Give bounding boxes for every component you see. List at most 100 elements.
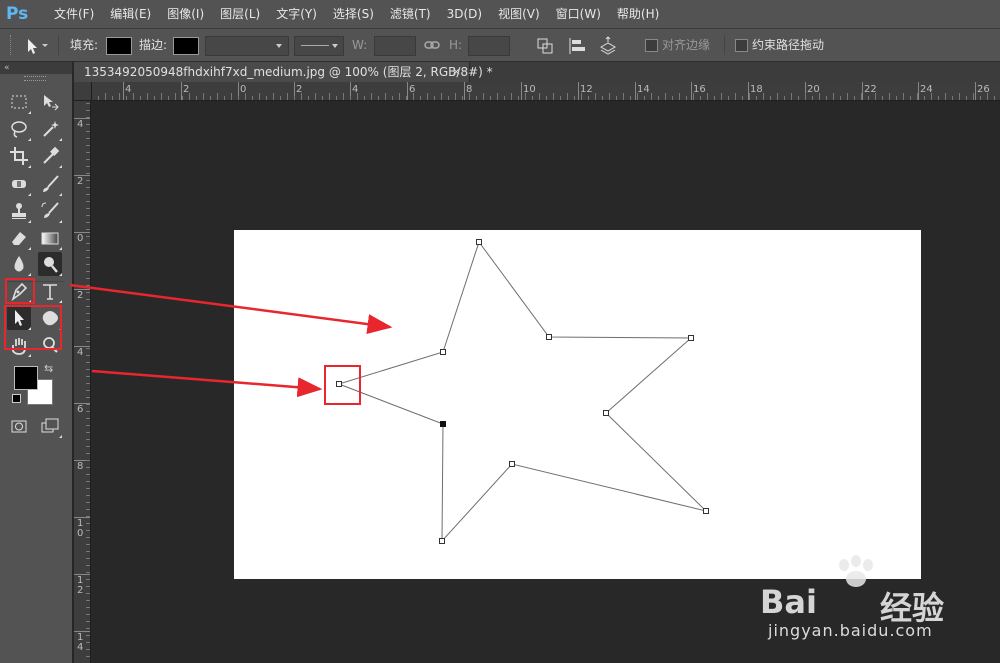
stroke-swatch[interactable]: [173, 37, 199, 55]
ruler-minor-tick: [86, 635, 90, 636]
blur-tool[interactable]: [7, 252, 31, 276]
ruler-minor-tick: [910, 96, 911, 100]
ruler-minor-tick: [259, 93, 260, 100]
custom-shape-tool[interactable]: [38, 306, 62, 330]
quick-mask-button[interactable]: [7, 414, 31, 438]
history-brush-tool[interactable]: [38, 199, 62, 223]
ruler-minor-tick: [86, 607, 90, 608]
swap-colors-icon[interactable]: ⇆: [44, 362, 53, 375]
align-edges-checkbox[interactable]: [645, 39, 658, 52]
ruler-minor-tick: [86, 145, 90, 146]
lasso-tool[interactable]: [7, 117, 31, 141]
ruler-minor-tick: [490, 96, 491, 100]
menu-item[interactable]: 滤镜(T): [382, 0, 439, 28]
ruler-minor-tick: [86, 173, 90, 174]
ruler-minor-tick: [546, 96, 547, 100]
menu-item[interactable]: 图像(I): [159, 0, 212, 28]
ruler-minor-tick: [86, 187, 90, 188]
ruler-minor-tick: [952, 96, 953, 100]
healing-brush-tool[interactable]: [7, 172, 31, 196]
ruler-minor-tick: [86, 551, 90, 552]
path-operations-icon[interactable]: [536, 29, 556, 61]
ruler-minor-tick: [224, 96, 225, 100]
toolbox-collapse-bar[interactable]: «: [0, 62, 72, 74]
ruler-minor-tick: [86, 621, 90, 622]
foreground-color-swatch[interactable]: [14, 366, 38, 390]
path-alignment-icon[interactable]: [567, 29, 587, 61]
menu-item[interactable]: 文件(F): [46, 0, 102, 28]
ruler-minor-tick: [497, 93, 498, 100]
gradient-tool[interactable]: [38, 226, 62, 250]
path-arrangement-icon[interactable]: [597, 29, 619, 61]
ruler-tick-label: 6: [77, 404, 84, 415]
ruler-minor-tick: [721, 93, 722, 100]
ruler-minor-tick: [86, 425, 90, 426]
toolbox: ⇆: [0, 74, 74, 663]
link-icon[interactable]: [423, 29, 441, 61]
document-tab[interactable]: 1353492050948fhdxihf7xd_medium.jpg @ 100…: [74, 62, 493, 82]
type-tool[interactable]: [38, 279, 62, 303]
ruler-minor-tick: [86, 299, 90, 300]
menu-item[interactable]: 选择(S): [325, 0, 382, 28]
menu-item[interactable]: 编辑(E): [102, 0, 159, 28]
ruler-minor-tick: [86, 642, 90, 643]
chevron-down-icon: [276, 44, 282, 48]
close-tab-button[interactable]: ×: [452, 62, 461, 82]
ruler-minor-tick: [86, 446, 90, 447]
ruler-minor-tick: [86, 159, 90, 160]
dodge-tool[interactable]: [38, 252, 62, 276]
stroke-type-dropdown[interactable]: [294, 36, 344, 56]
height-field[interactable]: [468, 36, 510, 56]
ruler-major-tick: [74, 118, 90, 119]
fill-swatch[interactable]: [106, 37, 132, 55]
ruler-minor-tick: [833, 93, 834, 100]
ruler-minor-tick: [994, 96, 995, 100]
ruler-minor-tick: [371, 93, 372, 100]
ruler-minor-tick: [553, 93, 554, 100]
menu-item[interactable]: 文字(Y): [268, 0, 325, 28]
ruler-major-tick: [74, 232, 90, 233]
hand-tool[interactable]: [7, 333, 31, 357]
ruler-minor-tick: [336, 96, 337, 100]
pen-tool[interactable]: [7, 279, 31, 303]
menu-item[interactable]: 视图(V): [490, 0, 548, 28]
ruler-minor-tick: [86, 439, 90, 440]
ruler-major-tick: [123, 82, 124, 100]
ruler-minor-tick: [86, 495, 90, 496]
width-field[interactable]: [374, 36, 416, 56]
brush-tool[interactable]: [38, 172, 62, 196]
ruler-minor-tick: [875, 93, 876, 100]
ruler-minor-tick: [126, 96, 127, 100]
eraser-tool[interactable]: [7, 226, 31, 250]
eyedropper-tool[interactable]: [38, 144, 62, 168]
marquee-tool[interactable]: [7, 90, 31, 114]
ruler-minor-tick: [588, 96, 589, 100]
ruler-minor-tick: [413, 93, 414, 100]
stroke-width-field[interactable]: [205, 36, 289, 56]
constrain-path-checkbox[interactable]: [735, 39, 748, 52]
crop-tool[interactable]: [7, 144, 31, 168]
menu-item[interactable]: 帮助(H): [609, 0, 667, 28]
screen-mode-button[interactable]: [38, 414, 62, 438]
move-tool[interactable]: [38, 90, 62, 114]
ruler-origin[interactable]: [74, 82, 92, 101]
ruler-minor-tick: [511, 93, 512, 100]
document-canvas[interactable]: [234, 230, 921, 579]
ruler-minor-tick: [86, 236, 90, 237]
ruler-tick-label: 4: [125, 84, 132, 95]
ruler-minor-tick: [86, 411, 90, 412]
menu-item[interactable]: 图层(L): [212, 0, 268, 28]
zoom-tool[interactable]: [38, 333, 62, 357]
ruler-minor-tick: [86, 124, 90, 125]
menu-item[interactable]: 3D(D): [439, 0, 490, 28]
default-colors-icon[interactable]: [12, 394, 21, 403]
clone-stamp-tool[interactable]: [7, 199, 31, 223]
magic-wand-tool[interactable]: [38, 117, 62, 141]
menu-item[interactable]: 窗口(W): [548, 0, 609, 28]
path-select-tool-preset[interactable]: [22, 29, 48, 61]
ruler-minor-tick: [623, 93, 624, 100]
ruler-minor-tick: [86, 166, 90, 167]
ruler-major-tick: [407, 82, 408, 100]
path-selection-tool[interactable]: [7, 306, 31, 330]
ruler-tick-label: 18: [750, 84, 763, 95]
